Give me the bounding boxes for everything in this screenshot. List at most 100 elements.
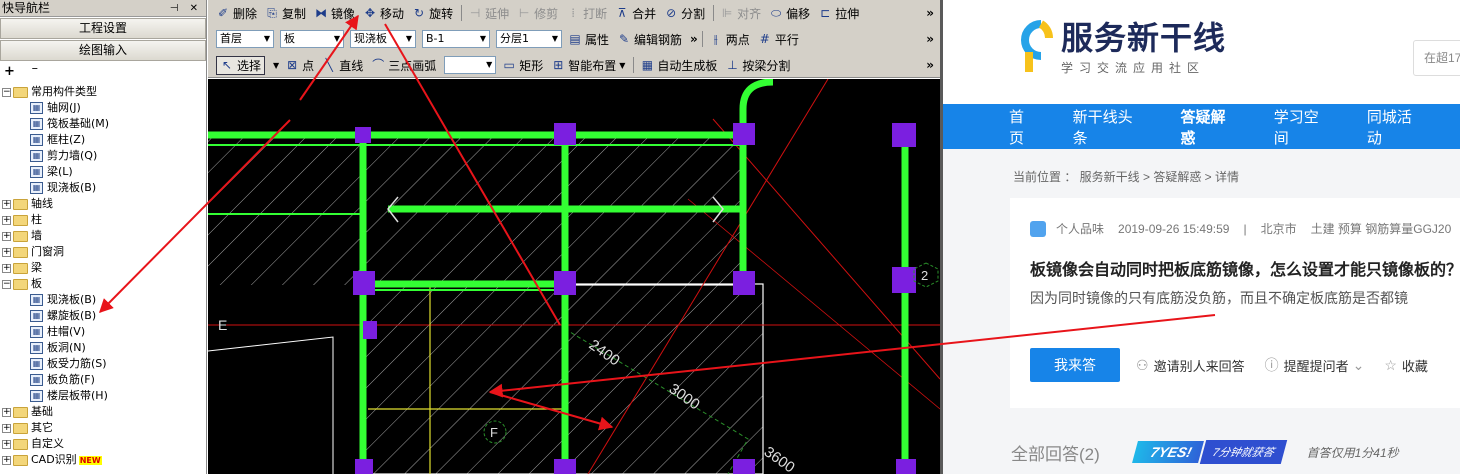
more-icon[interactable]: » — [690, 32, 698, 46]
rect-button[interactable]: ▭ 矩形 — [502, 57, 544, 74]
cad-drawing-canvas[interactable]: E F 2 2400 3000 3600 — [208, 79, 940, 474]
invite-answer-link[interactable]: ⚇ 邀请别人来回答 — [1136, 356, 1245, 375]
tree-item[interactable]: ▦ 剪力墙(Q) — [0, 148, 206, 164]
menu-item[interactable]: 新干线头条 — [1073, 106, 1147, 148]
align-button[interactable]: ⊫ 对齐 — [720, 5, 761, 22]
tree-item[interactable]: ▦ 现浇板(B) — [0, 180, 206, 196]
tree-item[interactable]: ▦ 框柱(Z) — [0, 132, 206, 148]
tree-folder[interactable]: + 基础 — [0, 404, 206, 420]
split-by-beam-button[interactable]: ⊥ 按梁分割 — [725, 57, 790, 74]
expand-icon[interactable]: + — [2, 423, 11, 433]
tree-folder[interactable]: + 门窗洞 — [0, 244, 206, 260]
properties-button[interactable]: ▤ 属性 — [568, 31, 609, 48]
pin-close-icons[interactable]: ⊣ ✕ — [170, 0, 206, 16]
floor-select[interactable]: 首层 ▼ — [216, 30, 274, 48]
chevron-down-icon: ▼ — [479, 34, 486, 43]
delete-button[interactable]: ✐ 删除 — [216, 5, 257, 22]
project-settings-button[interactable]: 工程设置 — [0, 18, 206, 39]
tree-folder[interactable]: + 梁 — [0, 260, 206, 276]
expand-icon[interactable]: + — [2, 231, 11, 241]
line-button[interactable]: ╲ 直线 — [322, 57, 364, 74]
split-icon: ⊘ — [666, 6, 677, 20]
folder-icon — [13, 198, 28, 210]
menu-item[interactable]: 学习空间 — [1274, 106, 1333, 148]
tree-item[interactable]: ▦ 板受力筋(S) — [0, 356, 206, 372]
tree-folder[interactable]: − 常用构件类型 — [0, 84, 206, 100]
tree-item[interactable]: ▦ 梁(L) — [0, 164, 206, 180]
answer-button[interactable]: 我来答 — [1030, 348, 1120, 382]
menu-item[interactable]: 答疑解惑 — [1181, 106, 1240, 148]
auto-generate-slab-button[interactable]: ▦ 自动生成板 — [640, 57, 718, 74]
two-point-button[interactable]: ⫲ 两点 — [709, 31, 750, 48]
type-select[interactable]: 现浇板 ▼ — [350, 30, 416, 48]
split-icon: ⊥ — [727, 58, 738, 72]
move-button[interactable]: ✥ 移动 — [363, 5, 404, 22]
parallel-button[interactable]: # 平行 — [758, 31, 799, 48]
tree-item[interactable]: ▦ 螺旋板(B) — [0, 308, 206, 324]
tree-item[interactable]: ▦ 板负筋(F) — [0, 372, 206, 388]
merge-button[interactable]: ⊼ 合并 — [615, 5, 656, 22]
expand-icon[interactable]: + — [2, 215, 11, 225]
more-icon[interactable]: » — [926, 32, 934, 46]
site-logo[interactable]: 服务新干线 学习交流应用社区 — [1011, 18, 1226, 76]
arc-mode-select[interactable]: ▼ — [444, 56, 497, 74]
tree-item[interactable]: ▦ 现浇板(B) — [0, 292, 206, 308]
tree-folder[interactable]: + 其它 — [0, 420, 206, 436]
drawing-input-button[interactable]: 绘图输入 — [0, 40, 206, 61]
menu-item[interactable]: 同城活动 — [1367, 106, 1426, 148]
two-point-label: 两点 — [725, 32, 750, 47]
rotate-button[interactable]: ↻ 旋转 — [412, 5, 453, 22]
break-button[interactable]: ⁞ 打断 — [566, 5, 607, 22]
arc-button[interactable]: ⌒ 三点画弧 — [371, 57, 436, 74]
expand-icon[interactable]: + — [2, 263, 11, 273]
category-select[interactable]: 板 ▼ — [280, 30, 344, 48]
extend-button[interactable]: ⊣ 延伸 — [468, 5, 509, 22]
copy-button[interactable]: ⎘ 复制 — [265, 5, 306, 22]
collapse-icon[interactable]: − — [2, 87, 11, 97]
expand-icon[interactable]: + — [2, 247, 11, 257]
remind-asker-dropdown[interactable]: ⓘ 提醒提问者 ⌄ — [1265, 355, 1365, 375]
tree-folder[interactable]: − 板 — [0, 276, 206, 292]
slab-gap — [208, 334, 333, 474]
expand-collapse-tools[interactable]: + ⁻ — [0, 62, 206, 82]
edit-rebar-button[interactable]: ✎ 编辑钢筋 — [617, 31, 682, 48]
arc-icon: ⌒ — [372, 58, 385, 72]
collect-label: 收藏 — [1401, 358, 1428, 374]
tree-folder[interactable]: + 墙 — [0, 228, 206, 244]
expand-icon[interactable]: + — [2, 439, 11, 449]
layer-select[interactable]: 分层1 ▼ — [496, 30, 562, 48]
more-icon[interactable]: » — [926, 6, 934, 20]
offset-button[interactable]: ⬭ 偏移 — [769, 5, 810, 22]
dimension-3600: 3600 — [761, 443, 798, 474]
tree-item[interactable]: ▦ 楼层板带(H) — [0, 388, 206, 404]
tree-item[interactable]: ▦ 筏板基础(M) — [0, 116, 206, 132]
split-button[interactable]: ⊘ 分割 — [664, 5, 705, 22]
expand-icon[interactable]: + — [2, 407, 11, 417]
logo-name: 服务新干线 — [1061, 19, 1227, 56]
tree-folder[interactable]: + CAD识别 NEW — [0, 452, 206, 468]
menu-item[interactable]: 首页 — [1009, 106, 1039, 148]
search-input[interactable]: 在超17 — [1413, 40, 1460, 76]
author-name[interactable]: 个人品味 — [1056, 220, 1104, 237]
tree-item[interactable]: ▦ 轴网(J) — [0, 100, 206, 116]
chevron-down-icon[interactable]: ▼ — [273, 61, 279, 70]
expand-icon[interactable]: + — [2, 199, 11, 209]
more-icon[interactable]: » — [926, 58, 934, 72]
point-button[interactable]: ⊠ 点 — [285, 57, 314, 74]
tree-item[interactable]: ▦ 板洞(N) — [0, 340, 206, 356]
collect-link[interactable]: ☆ 收藏 — [1384, 356, 1428, 375]
chevron-down-icon: ▼ — [263, 34, 270, 43]
tree-item[interactable]: ▦ 柱帽(V) — [0, 324, 206, 340]
tree-folder[interactable]: + 轴线 — [0, 196, 206, 212]
select-button[interactable]: ↖ 选择 — [216, 55, 266, 75]
stretch-button[interactable]: ⊏ 拉伸 — [818, 5, 859, 22]
collapse-icon[interactable]: − — [2, 279, 11, 289]
trim-button[interactable]: ⊢ 修剪 — [517, 5, 558, 22]
tree-folder[interactable]: + 柱 — [0, 212, 206, 228]
promo-note: 首答仅用1分41秒 — [1306, 445, 1399, 460]
tree-folder[interactable]: + 自定义 — [0, 436, 206, 452]
smart-layout-button[interactable]: ⊞ 智能布置 ▼ — [551, 57, 625, 74]
name-select[interactable]: B-1 ▼ — [422, 30, 490, 48]
expand-icon[interactable]: + — [2, 455, 11, 465]
mirror-button[interactable]: ⧓ 镜像 — [314, 5, 355, 22]
